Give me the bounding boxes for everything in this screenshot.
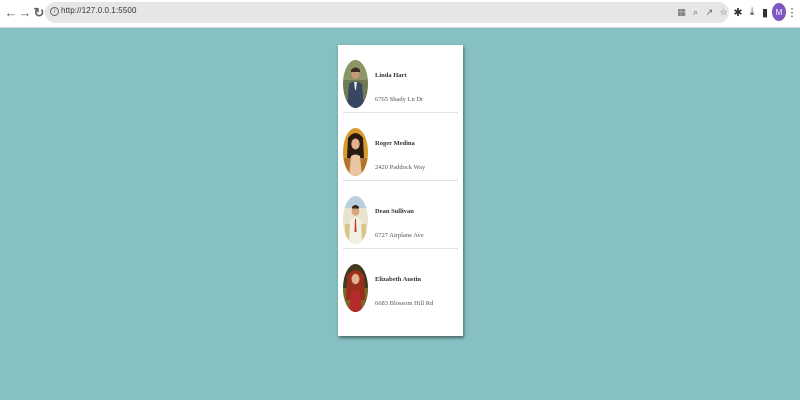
user-list-card: Linda Hart 6765 Shady Ln Dr Roger Medina…: [338, 45, 463, 336]
avatar: [343, 264, 368, 312]
zoom-icon[interactable]: ⌕: [690, 7, 701, 18]
user-name: Roger Medina: [375, 140, 415, 147]
browser-toolbar: ← → ↻ i http://127.0.0.1:5500 ▦ ⌕ ↗ ☆ ✱ …: [0, 0, 800, 28]
user-name: Linda Hart: [375, 72, 407, 79]
user-address: 6683 Blossom Hill Rd: [375, 300, 434, 307]
list-item[interactable]: Roger Medina 2420 Paddock Way: [343, 113, 458, 181]
user-address: 6765 Shady Ln Dr: [375, 96, 424, 103]
profile-avatar[interactable]: M: [772, 3, 786, 21]
site-info-icon[interactable]: i: [50, 7, 59, 16]
user-address: 6727 Airplane Ave: [375, 232, 424, 239]
share-icon[interactable]: ↗: [704, 7, 715, 18]
list-item[interactable]: Elizabeth Austin 6683 Blossom Hill Rd: [343, 249, 458, 317]
avatar: [343, 128, 368, 176]
user-name: Elizabeth Austin: [375, 276, 422, 283]
user-address: 2420 Paddock Way: [375, 164, 426, 171]
bookmark-star-icon[interactable]: ☆: [718, 7, 729, 18]
side-panel-icon[interactable]: ▮: [758, 4, 772, 20]
list-item[interactable]: Dean Sullivan 6727 Airplane Ave: [343, 181, 458, 249]
avatar: [343, 60, 368, 108]
extensions-icon[interactable]: ✱: [731, 4, 745, 20]
download-icon[interactable]: ⤓: [745, 4, 759, 20]
address-bar[interactable]: i http://127.0.0.1:5500 ▦ ⌕ ↗ ☆: [45, 2, 729, 23]
list-item[interactable]: Linda Hart 6765 Shady Ln Dr: [343, 45, 458, 113]
user-name: Dean Sullivan: [375, 208, 414, 215]
avatar: [343, 196, 368, 244]
url-text[interactable]: http://127.0.0.1:5500: [61, 6, 137, 15]
translate-icon[interactable]: ▦: [676, 7, 687, 18]
menu-icon[interactable]: ⋮: [787, 4, 798, 20]
